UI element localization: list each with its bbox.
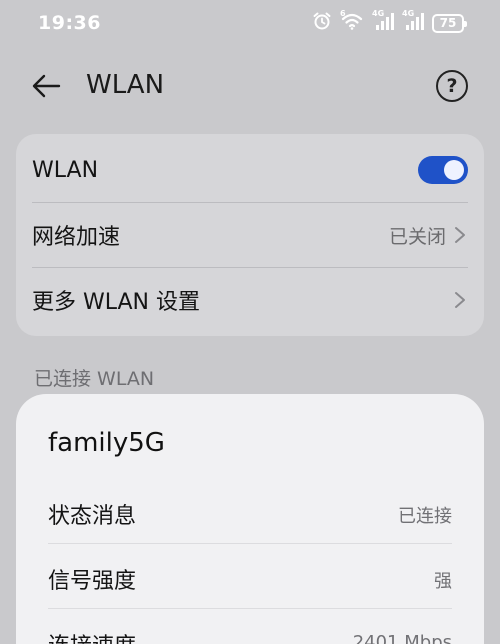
wlan-toggle-switch[interactable]	[418, 156, 468, 184]
battery-level: 75	[439, 16, 457, 30]
link-speed-value: 2401 Mbps	[352, 632, 452, 644]
wlan-label: WLAN	[32, 157, 99, 183]
chevron-right-icon	[455, 227, 465, 243]
divider	[48, 543, 452, 544]
more-wlan-settings-row[interactable]: 更多 WLAN 设置	[16, 268, 484, 332]
signal-strength-key: 信号强度	[48, 569, 137, 594]
network-acceleration-value: 已关闭	[388, 225, 446, 248]
status-time: 19:36	[38, 12, 101, 34]
status-row: 状态消息 已连接	[48, 480, 452, 544]
signal-strength-value: 强	[434, 571, 452, 592]
header: WLAN ?	[0, 60, 500, 112]
wlan-toggle-row[interactable]: WLAN	[16, 138, 484, 202]
signal-strength-row: 信号强度 强	[48, 545, 452, 609]
network-type-label: 4G	[372, 9, 385, 18]
cellular-signal-icon-2: 4G	[402, 9, 424, 35]
network-detail-sheet: family5G 状态消息 已连接 信号强度 强 连接速度 2401 Mbps	[16, 394, 484, 644]
network-acceleration-label: 网络加速	[32, 225, 121, 250]
more-wlan-settings-label: 更多 WLAN 设置	[32, 290, 201, 315]
link-speed-key: 连接速度	[48, 628, 136, 644]
settings-card: WLAN 网络加速 已关闭 更多 WLAN 设置	[16, 134, 484, 336]
network-name: family5G	[48, 428, 165, 458]
connected-wlan-section-label: 已连接 WLAN	[34, 368, 155, 390]
toggle-knob	[444, 160, 464, 180]
back-button[interactable]	[28, 70, 64, 102]
page-title: WLAN	[86, 70, 165, 100]
battery-icon: 75	[432, 13, 467, 33]
status-icons: 6 4G 4G 75	[312, 9, 467, 35]
divider	[48, 608, 452, 609]
alarm-icon	[312, 11, 332, 35]
wifi-6-label: 6	[340, 9, 346, 18]
chevron-right-icon	[455, 292, 465, 308]
network-type-label-2: 4G	[402, 9, 415, 18]
back-arrow-icon	[32, 74, 61, 98]
cellular-signal-icon: 4G	[372, 9, 394, 35]
status-bar: 19:36 6 4G 4G 75	[0, 0, 500, 48]
help-icon: ?	[446, 75, 458, 97]
status-key: 状态消息	[48, 504, 137, 529]
network-acceleration-row[interactable]: 网络加速 已关闭	[16, 203, 484, 267]
help-button[interactable]: ?	[436, 70, 468, 102]
link-speed-row: 连接速度 2401 Mbps	[48, 610, 452, 644]
status-value: 已连接	[398, 506, 452, 527]
wifi-icon: 6	[340, 9, 364, 35]
